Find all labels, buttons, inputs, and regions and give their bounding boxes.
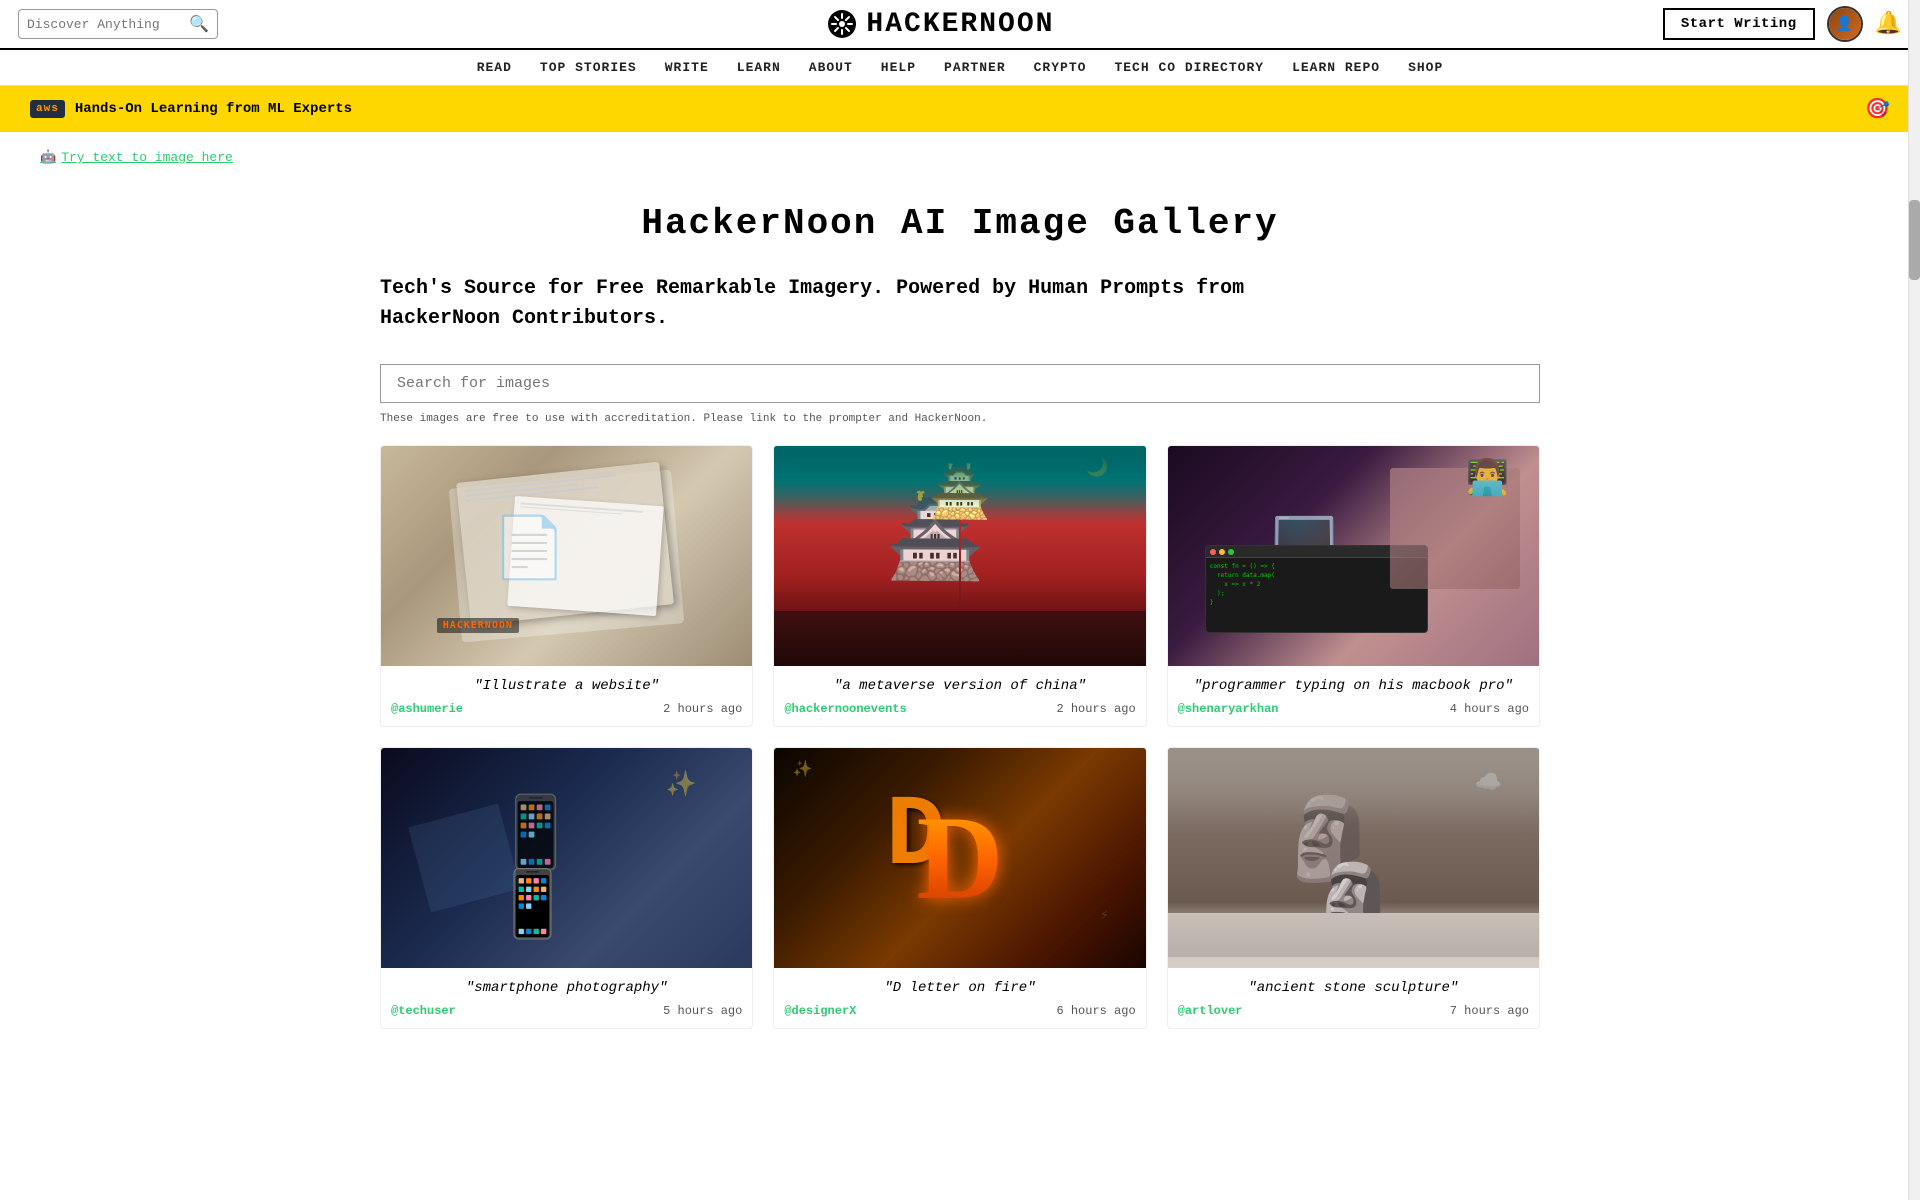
image-author[interactable]: @ashumerie [391,702,463,716]
try-text-to-image-link[interactable]: 🤖 Try text to image here [20,140,1900,175]
try-link-container: 🤖 Try text to image here [0,132,1920,183]
image-card[interactable]: 🗿 ☁️ "ancient stone sculpture" @artlover… [1167,747,1540,1029]
image-caption: "smartphone photography" [391,980,742,996]
search-icon: 🔍 [189,14,209,34]
image-card[interactable]: HACKERNOON "Illustrate a website" @ashum… [380,445,753,727]
image-thumbnail: const fn = () => { return data.map( x =>… [1168,446,1539,666]
image-grid: HACKERNOON "Illustrate a website" @ashum… [380,445,1540,1029]
top-right-controls: Start Writing 👤 🔔 [1663,6,1902,42]
image-caption: "Illustrate a website" [391,678,742,694]
image-card[interactable]: 🏯 🌙 "a metaverse version of china" @hack… [773,445,1146,727]
image-meta: @shenaryarkhan 4 hours ago [1178,702,1529,716]
logo: HACKERNOON [826,8,1054,40]
robot-icon: 🤖 [40,150,56,165]
promo-banner[interactable]: aws Hands-On Learning from ML Experts 🎯 [0,86,1920,132]
nav-help[interactable]: HELP [881,60,916,75]
image-meta: @hackernoonevents 2 hours ago [784,702,1135,716]
image-caption: "a metaverse version of china" [784,678,1135,694]
nav-tech-co-directory[interactable]: TECH CO DIRECTORY [1114,60,1264,75]
image-card-info: "smartphone photography" @techuser 5 hou… [381,968,752,1028]
page-subtitle: Tech's Source for Free Remarkable Imager… [380,274,1280,334]
image-card-info: "D letter on fire" @designerX 6 hours ag… [774,968,1145,1028]
image-caption: "programmer typing on his macbook pro" [1178,678,1529,694]
image-thumbnail: D ✨ ⚡ [774,748,1145,968]
nav-crypto[interactable]: CRYPTO [1034,60,1087,75]
search-box[interactable]: 🔍 [18,9,218,39]
image-thumbnail: 🏯 🌙 [774,446,1145,666]
image-caption: "ancient stone sculpture" [1178,980,1529,996]
image-time: 7 hours ago [1450,1004,1529,1018]
banner-content: aws Hands-On Learning from ML Experts [30,100,352,118]
nav-partner[interactable]: PARTNER [944,60,1006,75]
image-author[interactable]: @hackernoonevents [784,702,906,716]
image-card-info: "ancient stone sculpture" @artlover 7 ho… [1168,968,1539,1028]
banner-text: Hands-On Learning from ML Experts [75,101,352,117]
banner-icon: 🎯 [1865,96,1890,122]
image-card-info: "programmer typing on his macbook pro" @… [1168,666,1539,726]
logo-icon [826,8,858,40]
image-meta: @ashumerie 2 hours ago [391,702,742,716]
image-author[interactable]: @designerX [784,1004,856,1018]
image-time: 6 hours ago [1056,1004,1135,1018]
image-time: 2 hours ago [663,702,742,716]
image-card[interactable]: D ✨ ⚡ "D letter on fire" @designerX 6 ho… [773,747,1146,1029]
top-bar: 🔍 HACKERNOON Start Writing 👤 🔔 [0,0,1920,50]
image-card-info: "Illustrate a website" @ashumerie 2 hour… [381,666,752,726]
nav-shop[interactable]: SHOP [1408,60,1443,75]
image-author[interactable]: @techuser [391,1004,456,1018]
disclaimer-text: These images are free to use with accred… [380,413,1540,425]
image-search-input[interactable] [380,364,1540,403]
image-thumbnail: HACKERNOON [381,446,752,666]
nav-about[interactable]: ABOUT [809,60,853,75]
image-caption: "D letter on fire" [784,980,1135,996]
image-card[interactable]: const fn = () => { return data.map( x =>… [1167,445,1540,727]
nav-write[interactable]: WRITE [665,60,709,75]
image-meta: @techuser 5 hours ago [391,1004,742,1018]
nav-top-stories[interactable]: TOP STORIES [540,60,637,75]
nav-learn-repo[interactable]: LEARN REPO [1292,60,1380,75]
page-content: HackerNoon AI Image Gallery Tech's Sourc… [360,203,1560,1029]
logo-text: HACKERNOON [866,9,1054,40]
image-thumbnail: 📱 ✨ [381,748,752,968]
image-time: 2 hours ago [1056,702,1135,716]
avatar[interactable]: 👤 [1827,6,1863,42]
image-author[interactable]: @artlover [1178,1004,1243,1018]
image-card[interactable]: 📱 ✨ "smartphone photography" @techuser 5… [380,747,753,1029]
try-link-label: Try text to image here [61,150,233,165]
nav-learn[interactable]: LEARN [737,60,781,75]
image-meta: @designerX 6 hours ago [784,1004,1135,1018]
scrollbar-track[interactable] [1908,0,1920,1200]
scrollbar-thumb[interactable] [1909,200,1920,280]
aws-badge: aws [30,100,65,118]
image-meta: @artlover 7 hours ago [1178,1004,1529,1018]
image-author[interactable]: @shenaryarkhan [1178,702,1279,716]
image-thumbnail: 🗿 ☁️ [1168,748,1539,968]
search-input[interactable] [27,17,183,32]
image-card-info: "a metaverse version of china" @hackerno… [774,666,1145,726]
notification-bell-icon[interactable]: 🔔 [1875,11,1902,37]
start-writing-button[interactable]: Start Writing [1663,8,1815,40]
page-title: HackerNoon AI Image Gallery [380,203,1540,244]
main-nav: READ TOP STORIES WRITE LEARN ABOUT HELP … [0,50,1920,86]
nav-read[interactable]: READ [477,60,512,75]
image-time: 5 hours ago [663,1004,742,1018]
image-time: 4 hours ago [1450,702,1529,716]
